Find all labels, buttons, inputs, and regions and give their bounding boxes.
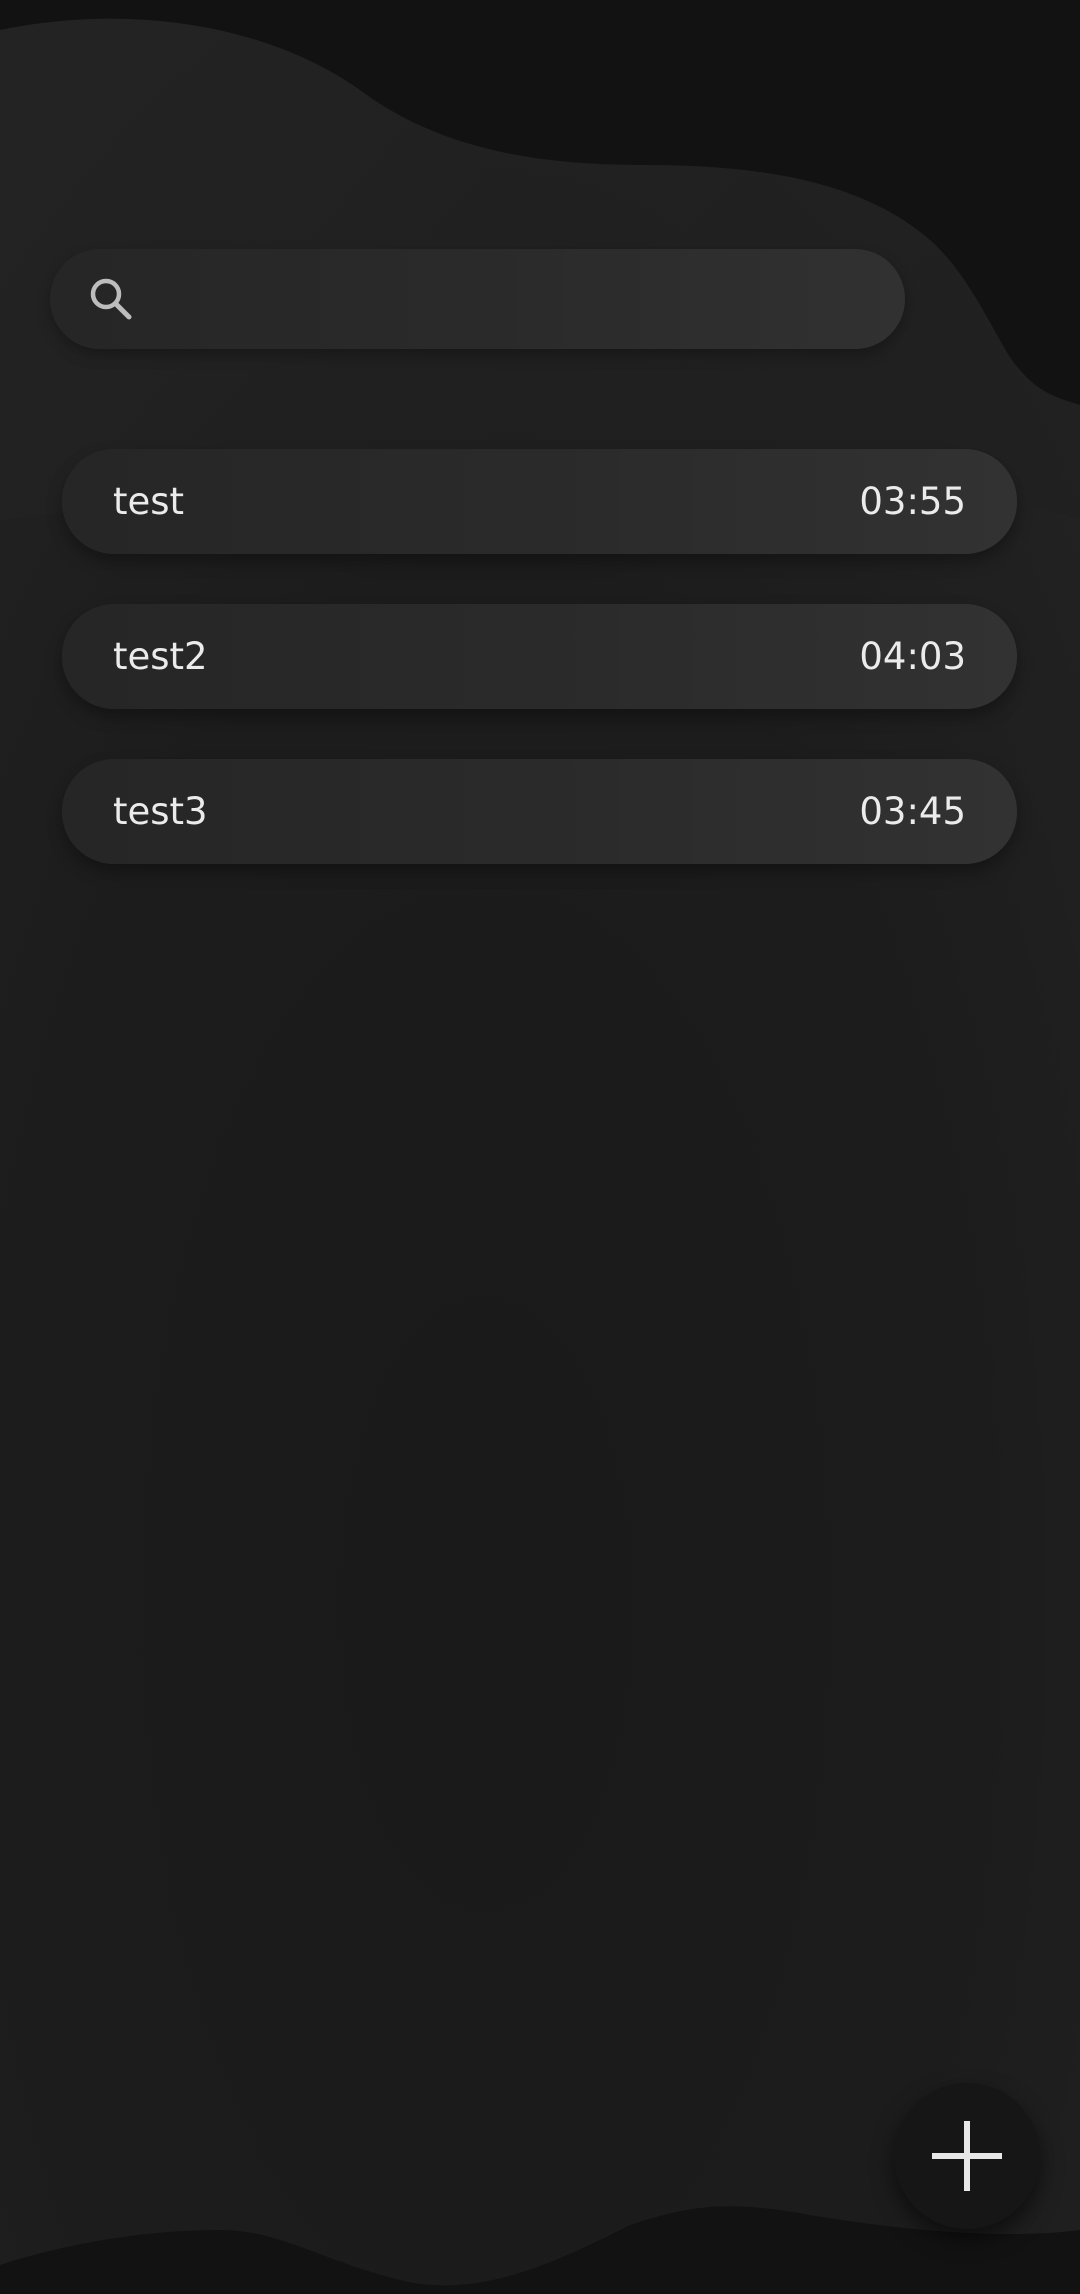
item-duration: 04:03 [859, 635, 966, 678]
search-icon [90, 278, 132, 320]
plus-icon [932, 2121, 1002, 2191]
add-button[interactable] [894, 2083, 1040, 2229]
item-name: test2 [113, 635, 208, 678]
recording-list: test 03:55 test2 04:03 test3 03:45 [62, 449, 1017, 914]
screen: test 03:55 test2 04:03 test3 03:45 [0, 0, 1080, 2294]
item-name: test3 [113, 790, 208, 833]
search-input[interactable] [160, 249, 874, 351]
list-item[interactable]: test 03:55 [62, 449, 1017, 554]
list-item[interactable]: test2 04:03 [62, 604, 1017, 709]
item-duration: 03:55 [859, 480, 966, 523]
item-duration: 03:45 [859, 790, 966, 833]
list-item[interactable]: test3 03:45 [62, 759, 1017, 864]
search-bar[interactable] [50, 249, 905, 351]
item-name: test [113, 480, 185, 523]
